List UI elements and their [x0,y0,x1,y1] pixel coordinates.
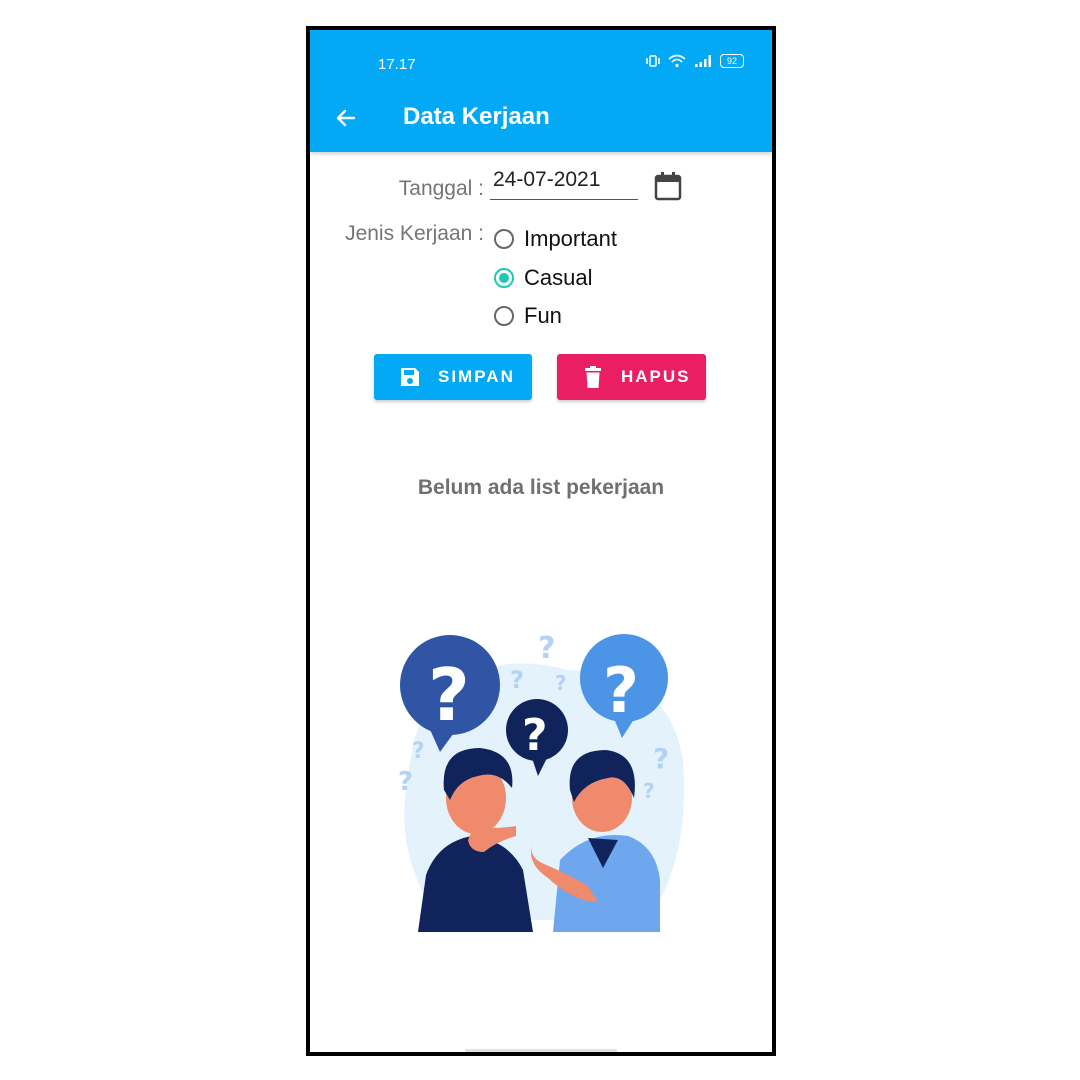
save-icon [398,365,422,389]
svg-text:?: ? [510,666,524,694]
svg-text:?: ? [555,671,567,695]
save-button[interactable]: SIMPAN [374,354,532,400]
type-label: Jenis Kerjaan : [345,222,484,245]
save-button-label: SIMPAN [438,367,515,386]
svg-text:?: ? [653,742,669,775]
empty-state-illustration: ? ? ? ? ? ? ? ? ? ? [398,631,684,932]
signal-icon [695,55,711,67]
arrow-left-icon [336,109,356,127]
delete-button[interactable]: HAPUS [557,354,706,400]
svg-text:?: ? [428,653,470,737]
radio-important[interactable]: Important [494,226,617,252]
radio-label-important: Important [524,226,617,251]
phone-screen: 17.17 92 Data Kerjaan Tanggal: 24-07-20… [306,26,776,1056]
calendar-button[interactable] [653,170,683,207]
vibrate-icon [646,55,660,67]
svg-text:?: ? [522,710,548,761]
home-indicator [465,1049,617,1052]
date-value: 24-07-2021 [493,168,601,191]
radio-circle-casual [494,268,514,288]
battery-level: 92 [726,56,737,66]
empty-state-message: Belum ada list pekerjaan [417,476,665,499]
svg-text:?: ? [412,739,425,764]
trash-icon [581,365,605,389]
status-icons: 92 [646,54,744,68]
wifi-icon [668,54,686,68]
status-time: 17.17 [378,56,416,73]
calendar-icon [654,172,682,201]
radio-label-fun: Fun [524,303,562,328]
page-title: Data Kerjaan [403,103,550,130]
svg-text:?: ? [538,631,555,666]
back-button[interactable] [328,100,364,136]
date-field[interactable]: 24-07-2021 [490,168,638,200]
radio-fun[interactable]: Fun [494,303,562,329]
svg-text:?: ? [398,767,413,797]
app-bar: 17.17 92 Data Kerjaan [310,30,772,152]
radio-circle-important [494,229,514,249]
delete-button-label: HAPUS [621,367,691,386]
battery-icon: 92 [720,54,744,68]
radio-label-casual: Casual [524,265,593,290]
svg-text:?: ? [603,654,639,727]
svg-text:?: ? [643,779,655,803]
radio-circle-fun [494,306,514,326]
date-label: Tanggal : [398,177,484,200]
radio-casual[interactable]: Casual [494,265,592,291]
